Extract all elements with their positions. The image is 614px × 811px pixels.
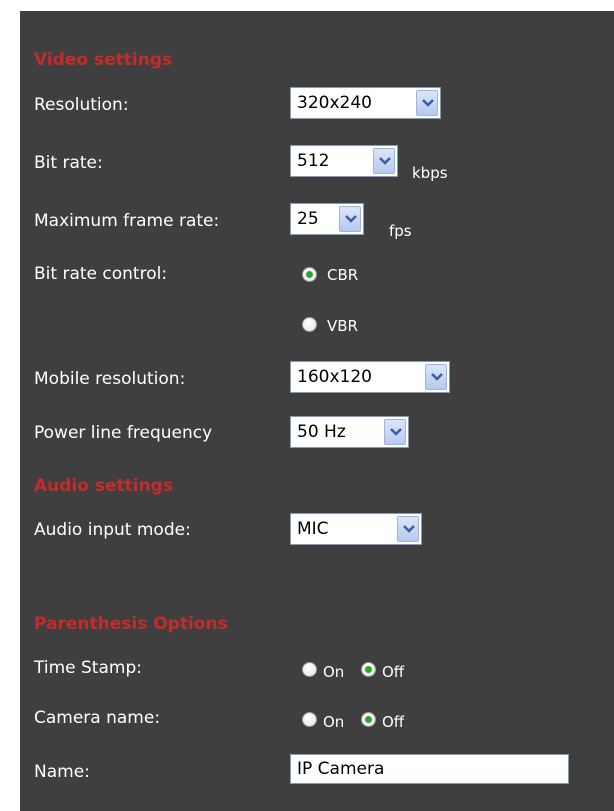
audio-input-mode-select[interactable]: MIC bbox=[290, 513, 422, 545]
max-frame-rate-unit: fps bbox=[389, 222, 412, 240]
camera-name-on-radio[interactable] bbox=[302, 712, 317, 727]
chevron-down-icon[interactable] bbox=[397, 516, 419, 542]
chevron-down-icon[interactable] bbox=[416, 90, 438, 116]
settings-panel: Video settings Resolution: 320x240 Bit r… bbox=[20, 11, 614, 811]
audio-settings-heading: Audio settings bbox=[34, 476, 173, 496]
max-frame-rate-label: Maximum frame rate: bbox=[34, 211, 220, 231]
resolution-select[interactable]: 320x240 bbox=[290, 87, 441, 119]
resolution-value: 320x240 bbox=[297, 93, 372, 113]
bit-rate-unit: kbps bbox=[412, 164, 448, 182]
camera-name-off-label: Off bbox=[382, 713, 405, 731]
parenthesis-options-heading: Parenthesis Options bbox=[34, 614, 228, 634]
camera-name-label: Camera name: bbox=[34, 708, 161, 728]
time-stamp-on-label: On bbox=[323, 663, 345, 681]
time-stamp-on-radio[interactable] bbox=[302, 662, 317, 677]
resolution-label: Resolution: bbox=[34, 95, 129, 115]
video-settings-heading: Video settings bbox=[34, 50, 173, 70]
audio-input-mode-value: MIC bbox=[297, 519, 329, 539]
chevron-down-icon[interactable] bbox=[425, 364, 447, 390]
time-stamp-label: Time Stamp: bbox=[34, 658, 142, 678]
mobile-resolution-label: Mobile resolution: bbox=[34, 369, 186, 389]
max-frame-rate-select[interactable]: 25 bbox=[290, 203, 364, 235]
chevron-down-icon[interactable] bbox=[339, 206, 361, 232]
power-line-frequency-label: Power line frequency bbox=[34, 423, 213, 443]
cbr-label: CBR bbox=[327, 266, 359, 284]
vbr-label: VBR bbox=[327, 317, 358, 335]
bit-rate-control-label: Bit rate control: bbox=[34, 264, 168, 284]
chevron-down-icon[interactable] bbox=[373, 148, 395, 174]
power-line-frequency-select[interactable]: 50 Hz bbox=[290, 416, 409, 448]
audio-input-mode-label: Audio input mode: bbox=[34, 520, 191, 540]
bit-rate-value: 512 bbox=[297, 151, 330, 171]
mobile-resolution-select[interactable]: 160x120 bbox=[290, 361, 450, 393]
cbr-radio[interactable] bbox=[302, 267, 317, 282]
camera-name-on-label: On bbox=[323, 713, 345, 731]
bit-rate-label: Bit rate: bbox=[34, 153, 103, 173]
mobile-resolution-value: 160x120 bbox=[297, 367, 372, 387]
time-stamp-off-label: Off bbox=[382, 663, 405, 681]
chevron-down-icon[interactable] bbox=[384, 419, 406, 445]
camera-name-off-radio[interactable] bbox=[361, 712, 376, 727]
name-label: Name: bbox=[34, 762, 90, 782]
name-input[interactable] bbox=[290, 754, 569, 784]
vbr-radio[interactable] bbox=[302, 317, 317, 332]
bit-rate-select[interactable]: 512 bbox=[290, 145, 398, 177]
time-stamp-off-radio[interactable] bbox=[361, 662, 376, 677]
power-line-frequency-value: 50 Hz bbox=[297, 422, 346, 442]
max-frame-rate-value: 25 bbox=[297, 209, 319, 229]
